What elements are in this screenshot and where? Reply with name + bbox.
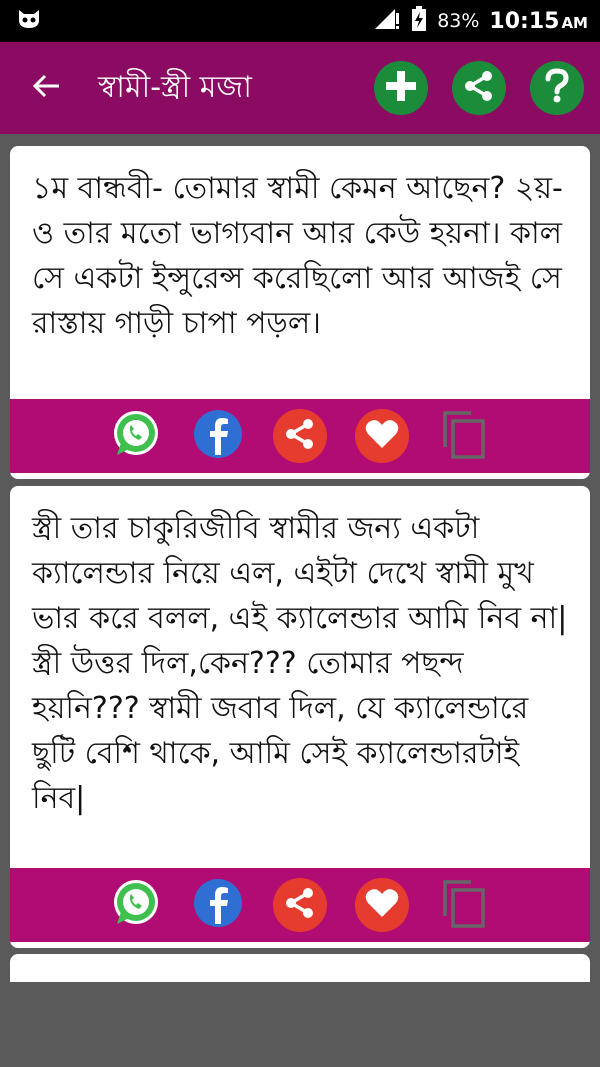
copy-icon [441,409,487,463]
share-icon [462,69,496,107]
joke-text: ১ম বান্ধবী- তোমার স্বামী কেমন আছেন? ২য়-… [32,171,563,341]
heart-icon [364,887,400,923]
clock-time: 10:15 [489,8,560,34]
facebook-icon [193,409,243,463]
status-bar: 83% 10:15 AM [0,0,600,42]
favorite-button[interactable] [355,878,409,932]
share-button[interactable] [273,409,327,463]
joke-card [10,954,590,982]
facebook-icon [193,878,243,932]
joke-text [10,954,590,974]
help-button[interactable] [530,61,584,115]
whatsapp-icon [109,407,163,465]
question-mark-icon [542,68,572,108]
facebook-share-button[interactable] [191,409,245,463]
joke-card: ১ম বান্ধবী- তোমার স্বামী কেমন আছেন? ২য়-… [10,146,590,479]
battery-percentage: 83% [437,10,480,32]
battery-icon [411,5,427,37]
page-title: স্বামী-স্ত্রী মজা [98,69,252,105]
facebook-share-button[interactable] [191,878,245,932]
back-button[interactable] [16,58,76,118]
card-action-bar [10,399,590,473]
arrow-left-icon [31,73,61,103]
clock-ampm: AM [561,13,588,32]
favorite-button[interactable] [355,409,409,463]
share-button[interactable] [273,878,327,932]
joke-card: স্ত্রী তার চাকুরিজীবি স্বামীর জন্য একটা … [10,486,590,948]
joke-text: স্ত্রী তার চাকুরিজীবি স্বামীর জন্য একটা … [32,511,568,816]
joke-list[interactable]: ১ম বান্ধবী- তোমার স্বামী কেমন আছেন? ২য়-… [0,134,600,982]
copy-button[interactable] [437,409,491,463]
whatsapp-share-button[interactable] [109,409,163,463]
copy-icon [441,878,487,932]
share-icon [283,417,317,455]
clock: 10:15 AM [489,9,588,34]
add-button[interactable] [374,61,428,115]
plus-icon [384,69,418,107]
share-app-button[interactable] [452,61,506,115]
whatsapp-share-button[interactable] [109,878,163,932]
app-bar: স্বামী-স্ত্রী মজা [0,42,600,134]
card-action-bar [10,868,590,942]
whatsapp-icon [109,876,163,934]
signal-icon [373,7,401,36]
notification-app-icon [16,8,42,34]
copy-button[interactable] [437,878,491,932]
share-icon [283,886,317,924]
heart-icon [364,418,400,454]
bottom-empty-area [0,982,600,1067]
